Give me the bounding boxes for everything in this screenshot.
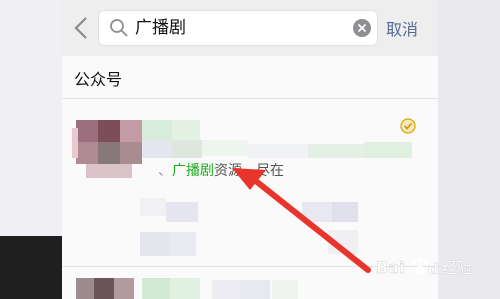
chevron-left-icon[interactable] [70, 12, 94, 44]
device-frame-left [0, 0, 62, 299]
section-title-official-accounts: 公众号 [74, 70, 123, 89]
divider [62, 98, 438, 99]
clear-icon[interactable] [353, 19, 371, 37]
svg-text:Bai: Bai [376, 258, 404, 277]
result-snippet: 、广播剧资源，尽在 [158, 160, 284, 180]
verified-badge-icon [400, 118, 416, 134]
baidu-jingyan-watermark: Bai du 经验 [376, 255, 494, 279]
search-icon [110, 19, 128, 37]
search-field[interactable] [98, 10, 378, 46]
search-input[interactable] [135, 11, 335, 45]
search-bar: 取消 [62, 0, 438, 56]
cancel-button[interactable]: 取消 [386, 16, 418, 40]
watermark-text: 经验 [442, 259, 473, 277]
baidu-paw-icon: Bai du [376, 258, 440, 278]
snippet-suffix: 资源，尽在 [214, 163, 284, 179]
svg-text:du: du [428, 262, 440, 278]
snippet-highlight: 广播剧 [172, 163, 214, 179]
snippet-prefix: 、 [158, 163, 172, 179]
